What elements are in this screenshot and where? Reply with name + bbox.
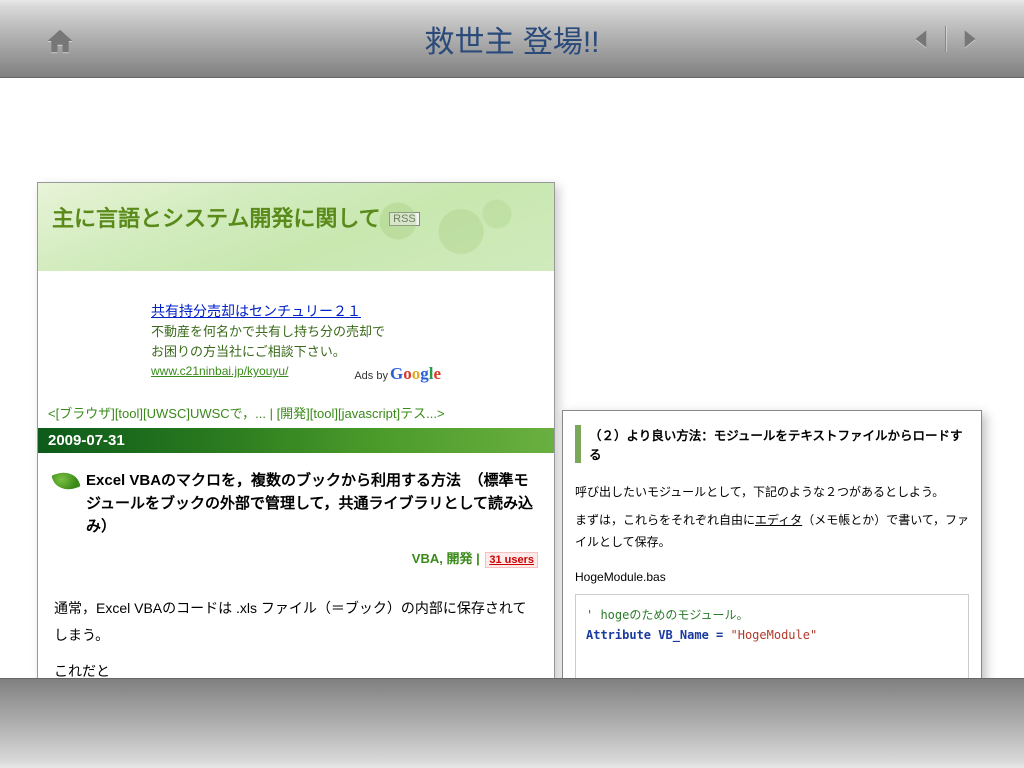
code-filename: HogeModule.bas xyxy=(575,570,969,584)
nav-arrows xyxy=(909,26,982,52)
prev-arrow-icon[interactable] xyxy=(909,26,935,52)
editor-link[interactable]: エディタ xyxy=(755,513,802,527)
users-badge[interactable]: 31 users xyxy=(485,552,538,568)
slide-title: 救世主 登場!! xyxy=(424,17,599,61)
right-para-2: まずは，これらをそれぞれ自由にエディタ（メモ帳とか）で書いて，ファイルとして保存… xyxy=(575,509,969,553)
rss-badge[interactable]: RSS xyxy=(389,212,420,226)
ad-body-2: お困りの方当社にご相談下さい。 xyxy=(151,342,441,362)
ad-title[interactable]: 共有持分売却はセンチュリー２１ xyxy=(151,301,441,322)
toolbar: 救世主 登場!! xyxy=(0,0,1024,78)
nav-divider xyxy=(945,26,946,52)
ad-block[interactable]: 共有持分売却はセンチュリー２１ 不動産を何名かで共有し持ち分の売却で お困りの方… xyxy=(151,301,441,381)
blog-title[interactable]: 主に言語とシステム開発に関して xyxy=(52,206,381,231)
entry-block: Excel VBAのマクロを，複数のブックから利用する方法 （標準モジュールをブ… xyxy=(38,453,554,699)
ads-by-label: Ads by xyxy=(354,368,388,385)
ads-by-google[interactable]: Ads by Google xyxy=(354,361,441,387)
tag-list[interactable]: VBA, 開発 xyxy=(412,551,473,566)
entry-title[interactable]: Excel VBAのマクロを，複数のブックから利用する方法 （標準モジュールをブ… xyxy=(86,469,538,539)
blog-header: 主に言語とシステム開発に関して RSS xyxy=(38,183,554,271)
slide-stage: 主に言語とシステム開発に関して RSS 共有持分売却はセンチュリー２１ 不動産を… xyxy=(0,78,1024,678)
leaf-icon xyxy=(51,467,80,494)
entry-tags: VBA, 開発 | 31 users xyxy=(54,548,538,567)
ad-body-1: 不動産を何名かで共有し持ち分の売却で xyxy=(151,322,441,342)
home-button[interactable] xyxy=(45,26,75,54)
para-1: 通常，Excel VBAのコードは .xls ファイル（＝ブック）の内部に保存さ… xyxy=(54,595,538,648)
next-arrow-icon[interactable] xyxy=(956,26,982,52)
footer-bar xyxy=(0,678,1024,768)
ad-url[interactable]: www.c21ninbai.jp/kyouyu/ xyxy=(151,364,288,378)
blog-screenshot-left: 主に言語とシステム開発に関して RSS 共有持分売却はセンチュリー２１ 不動産を… xyxy=(37,182,555,698)
breadcrumb[interactable]: <[ブラウザ][tool][UWSC]UWSCで，... | [開発][tool… xyxy=(38,395,554,428)
right-para-1: 呼び出したいモジュールとして，下記のような２つがあるとしよう。 xyxy=(575,481,969,503)
date-bar: 2009-07-31 xyxy=(38,428,554,453)
section-title: （２）より良い方法：モジュールをテキストファイルからロードする xyxy=(575,425,969,463)
